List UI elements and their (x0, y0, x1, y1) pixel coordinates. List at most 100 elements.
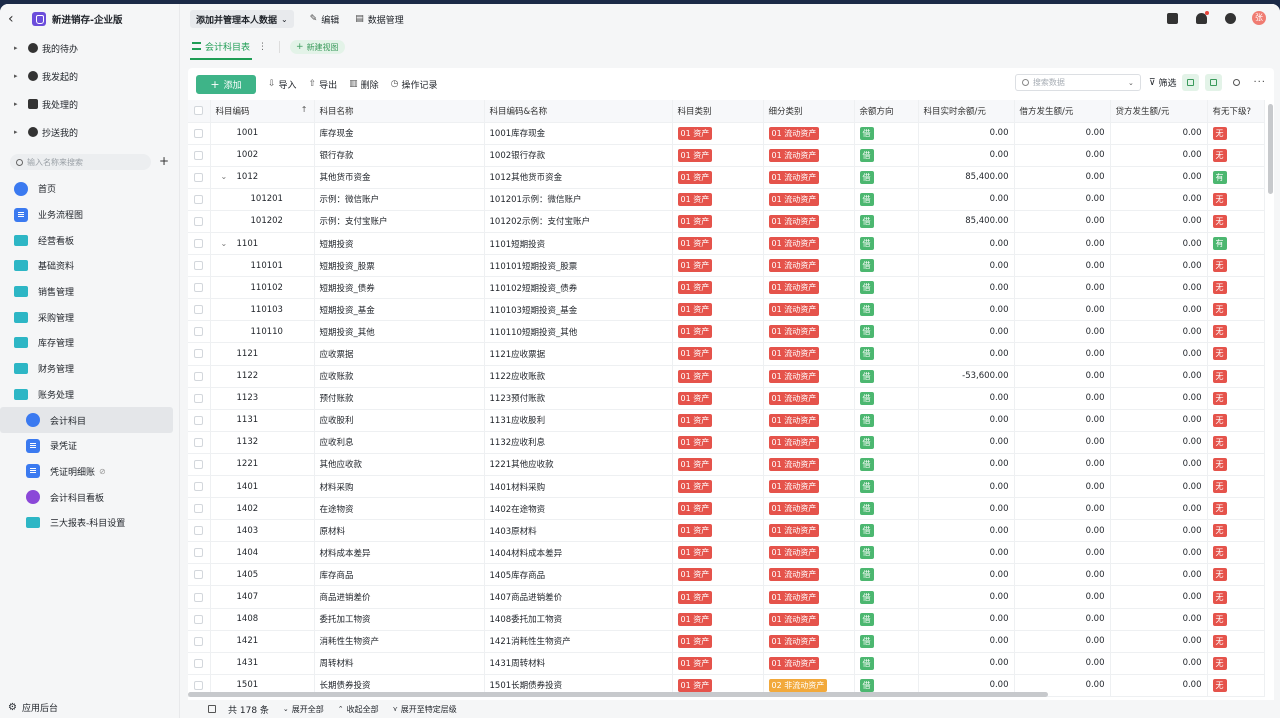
sort-asc-icon[interactable]: ↑ (301, 105, 308, 114)
row-checkbox[interactable] (194, 393, 204, 403)
col-header-direction[interactable]: 余额方向 (854, 100, 919, 123)
tab-more-icon[interactable]: ⋮ (258, 42, 267, 52)
table-row[interactable]: 110110 短期投资_其他 110110短期投资_其他 01 资产 01 流动资产借 0… (188, 320, 1265, 344)
table-row[interactable]: 1002 银行存款 1002银行存款 01 资产 01 流动资产借 0.00 0.00 0.0… (188, 144, 1265, 167)
edit-button[interactable]: ✎ 编辑 (310, 13, 340, 26)
delete-button[interactable]: ▥ 删除 (349, 78, 379, 91)
table-row[interactable]: 1221 其他应收款 1221其他应收款 01 资产 01 流动资产借 0.00 0.00 0… (188, 453, 1265, 477)
row-select-cell[interactable] (188, 519, 211, 543)
table-row[interactable]: ⌄ 1101 短期投资 1101短期投资 01 资产 01 流动资产借 0.00 0.00 0.… (188, 232, 1265, 256)
refresh-button[interactable] (1228, 74, 1245, 91)
row-select-cell[interactable] (188, 585, 211, 609)
data-manage-button[interactable]: ▤ 数据管理 (355, 13, 404, 26)
col-header-subcategory[interactable]: 细分类别 (763, 100, 855, 123)
vertical-scrollbar[interactable] (1268, 104, 1273, 194)
row-select-cell[interactable] (188, 254, 211, 278)
row-select-cell[interactable] (188, 232, 211, 256)
notification-bell-icon[interactable] (1196, 10, 1209, 24)
col-header-name[interactable]: 科目名称 (314, 100, 485, 123)
nav-item-inventory[interactable]: 库存管理 (0, 330, 179, 356)
row-checkbox[interactable] (194, 172, 204, 182)
row-select-cell[interactable] (188, 365, 211, 388)
row-checkbox[interactable] (194, 658, 204, 668)
row-select-cell[interactable] (188, 166, 211, 189)
row-select-cell[interactable] (188, 320, 211, 344)
nav-item-accounts[interactable]: 会计科目 (0, 407, 173, 433)
select-all-checkbox[interactable] (194, 106, 204, 116)
panel-toggle-icon[interactable] (1167, 12, 1178, 24)
table-row[interactable]: 1121 应收票据 1121应收票据 01 资产 01 流动资产借 0.00 0.00 0.0… (188, 342, 1265, 366)
row-checkbox[interactable] (194, 526, 204, 536)
collapse-all-button[interactable]: ⌃ 收起全部 (338, 704, 379, 715)
permission-view-select[interactable]: 添加并管理本人数据 ⌄ (190, 10, 294, 28)
add-record-button[interactable]: + 添加 (196, 74, 256, 94)
row-checkbox[interactable] (194, 437, 204, 447)
nav-item-sales[interactable]: 销售管理 (0, 279, 179, 305)
row-select-cell[interactable] (188, 497, 211, 521)
col-header-has-children[interactable]: 有无下级? (1207, 100, 1265, 123)
table-row[interactable]: 1131 应收股利 1131应收股利 01 资产 01 流动资产借 0.00 0.00 0.0… (188, 409, 1265, 432)
table-row[interactable]: ⌄ 1012 其他货币资金 1012其他货币资金 01 资产 01 流动资产借 85,400… (188, 166, 1265, 189)
row-select-cell[interactable] (188, 210, 211, 233)
nav-item-finance[interactable]: 财务管理 (0, 356, 179, 382)
row-select-cell[interactable] (188, 541, 211, 565)
row-checkbox[interactable] (194, 194, 204, 204)
row-checkbox[interactable] (194, 239, 204, 249)
table-row[interactable]: 1132 应收利息 1132应收利息 01 资产 01 流动资产借 0.00 0.00 0.0… (188, 431, 1265, 454)
row-select-cell[interactable] (188, 144, 211, 167)
col-header-code[interactable]: 科目编码 ↑ (210, 100, 315, 123)
row-select-cell[interactable] (188, 630, 211, 653)
expand-all-button[interactable]: ⌄ 展开全部 (283, 704, 324, 715)
more-options-icon[interactable]: ··· (1253, 77, 1266, 88)
row-checkbox[interactable] (194, 614, 204, 624)
row-select-cell[interactable] (188, 409, 211, 432)
table-row[interactable]: 101201 示例：微信账户 101201示例：微信账户 01 资产 01 流动资产借 0… (188, 188, 1265, 211)
todo-item-processed[interactable]: ▸ 我处理的 (0, 90, 179, 118)
row-select-cell[interactable] (188, 387, 211, 410)
table-row[interactable]: 1122 应收账款 1122应收账款 01 资产 01 流动资产借 -53,600.00 0… (188, 365, 1265, 388)
row-checkbox[interactable] (194, 305, 204, 315)
todo-item-my-todo[interactable]: ▸ 我的待办 (0, 34, 179, 62)
import-button[interactable]: ⇩ 导入 (268, 78, 297, 91)
row-checkbox[interactable] (194, 261, 204, 271)
table-row[interactable]: 1407 商品进销差价 1407商品进销差价 01 资产 01 流动资产借 0.00 0.0… (188, 585, 1265, 609)
nav-item-purchase[interactable]: 采购管理 (0, 304, 179, 330)
nav-item-accounts-board[interactable]: 会计科目看板 (0, 484, 179, 510)
table-row[interactable]: 1421 消耗性生物资产 1421消耗性生物资产 01 资产 01 流动资产借 0.00 0… (188, 630, 1265, 653)
row-checkbox[interactable] (194, 128, 204, 138)
table-row[interactable]: 110102 短期投资_债券 110102短期投资_债券 01 资产 01 流动资产借 0… (188, 276, 1265, 300)
row-select-cell[interactable] (188, 188, 211, 211)
row-checkbox[interactable] (194, 216, 204, 226)
row-checkbox[interactable] (194, 283, 204, 293)
filter-button[interactable]: ⊽ 筛选 (1149, 76, 1177, 90)
row-checkbox[interactable] (194, 482, 204, 492)
nav-item-voucher-entry[interactable]: 录凭证 (0, 433, 179, 459)
table-row[interactable]: 1408 委托加工物资 1408委托加工物资 01 资产 01 流动资产借 0.00 0.0… (188, 608, 1265, 631)
row-select-cell[interactable] (188, 608, 211, 631)
row-select-cell[interactable] (188, 122, 211, 145)
data-search-input[interactable]: 搜索数据 ⌄ (1014, 74, 1141, 91)
table-row[interactable]: 1123 预付账款 1123预付账款 01 资产 01 流动资产借 0.00 0.00 0.0… (188, 387, 1265, 410)
col-header-codename[interactable]: 科目编码&名称 (484, 100, 673, 123)
sidebar-search-input[interactable]: 输入名称来搜索 (10, 154, 151, 170)
row-checkbox[interactable] (194, 592, 204, 602)
add-page-button[interactable]: + (157, 155, 171, 169)
col-header-debit[interactable]: 借方发生额/元 (1014, 100, 1111, 123)
table-row[interactable]: 110101 短期投资_股票 110101短期投资_股票 01 资产 01 流动资产借 0… (188, 254, 1265, 278)
nav-item-flowchart[interactable]: 业务流程图 (0, 202, 179, 228)
row-checkbox[interactable] (194, 548, 204, 558)
row-checkbox[interactable] (194, 150, 204, 160)
row-checkbox[interactable] (194, 570, 204, 580)
app-backend-link[interactable]: ⚙ 应用后台 (0, 696, 180, 718)
group-view-button[interactable] (1182, 74, 1200, 91)
row-checkbox[interactable] (194, 327, 204, 337)
table-row[interactable]: 1402 在途物资 1402在途物资 01 资产 01 流动资产借 0.00 0.00 0.0… (188, 497, 1265, 521)
table-row[interactable]: 101202 示例：支付宝账户 101202示例：支付宝账户 01 资产 01 流动资产… (188, 210, 1265, 233)
row-checkbox[interactable] (194, 349, 204, 359)
help-icon[interactable] (1225, 12, 1236, 24)
row-checkbox[interactable] (194, 459, 204, 469)
row-select-cell[interactable] (188, 342, 211, 366)
nav-item-reports-settings[interactable]: 三大报表-科目设置 (0, 510, 179, 536)
select-all-cell[interactable] (188, 100, 211, 123)
row-checkbox[interactable] (194, 504, 204, 514)
